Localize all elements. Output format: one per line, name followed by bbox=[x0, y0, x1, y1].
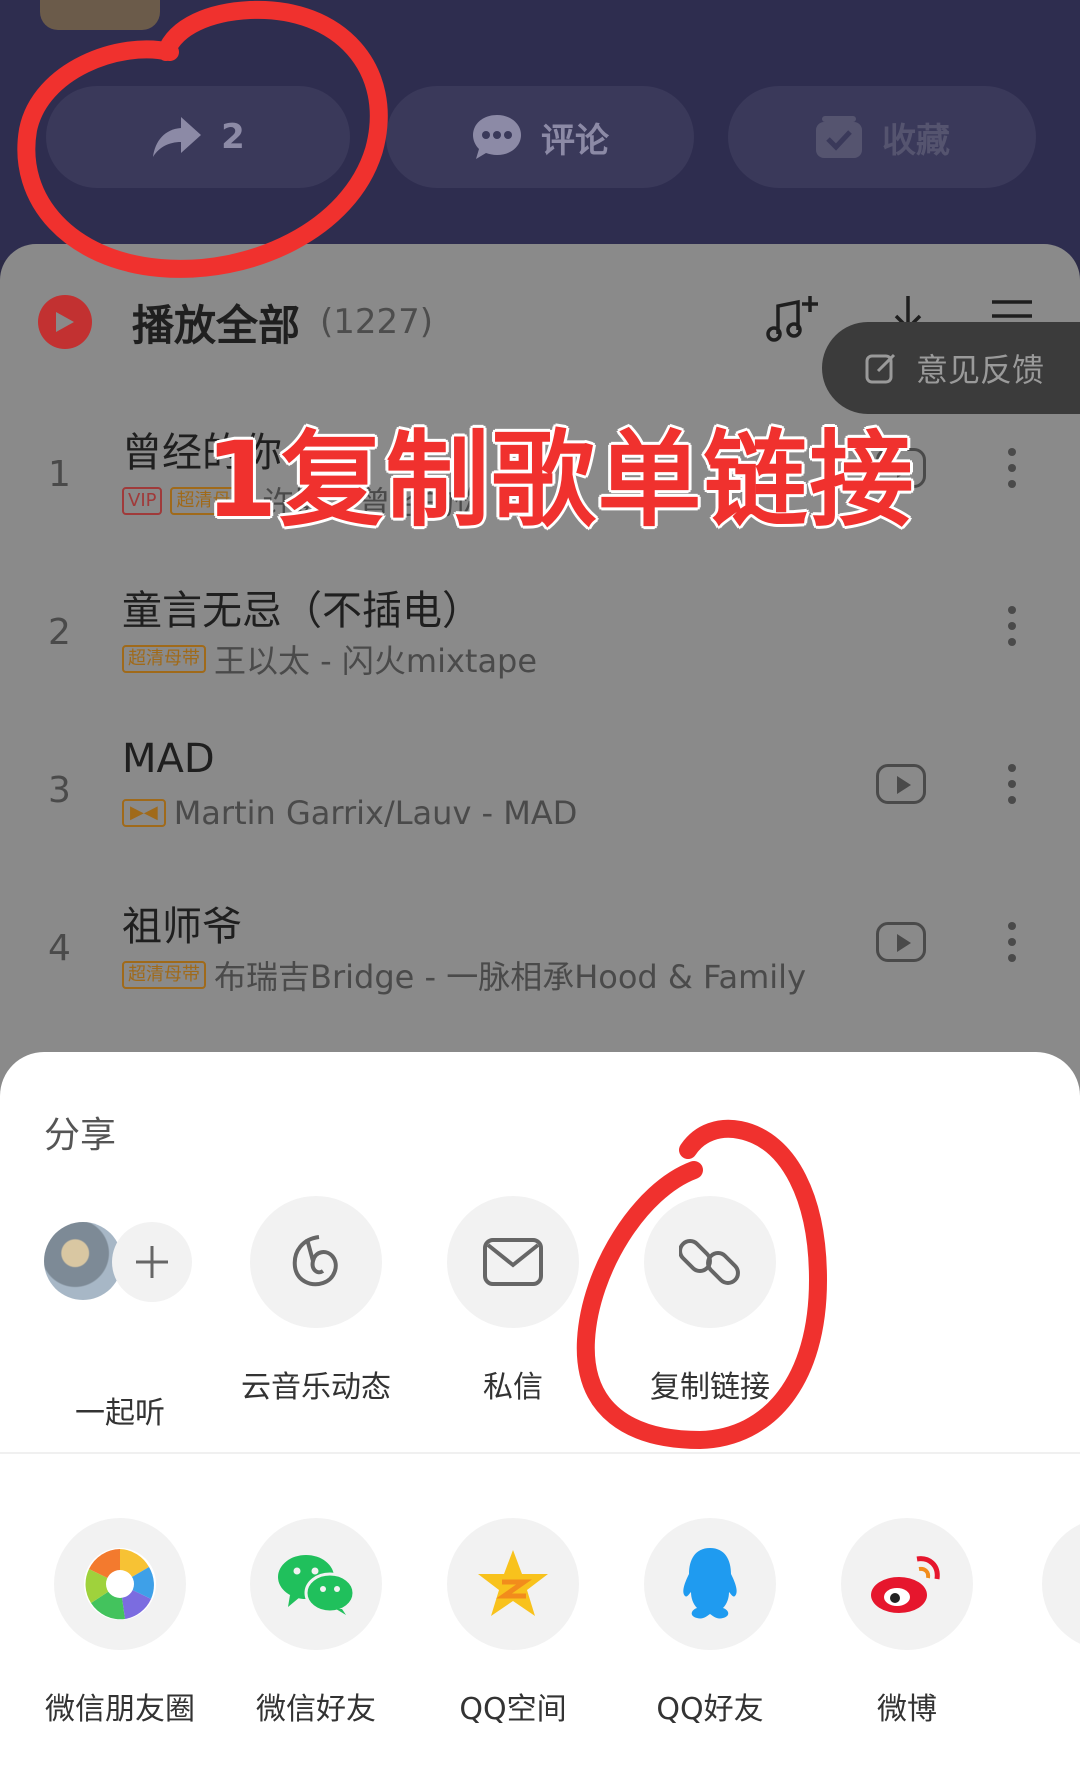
collect-folder-icon bbox=[816, 116, 862, 158]
collect-label: 收藏 bbox=[882, 120, 950, 161]
moments-icon bbox=[54, 1518, 186, 1650]
more-options-icon[interactable] bbox=[1008, 764, 1016, 804]
quality-badge: 超清母带 bbox=[122, 961, 206, 989]
share-qq-friend-label: QQ好友 bbox=[656, 1692, 764, 1727]
feedback-label: 意见反馈 bbox=[916, 351, 1045, 389]
song-title: MAD bbox=[122, 736, 215, 782]
song-index: 3 bbox=[48, 770, 71, 811]
netease-icon bbox=[250, 1196, 382, 1328]
link-icon bbox=[644, 1196, 776, 1328]
share-wechat-friend[interactable]: 微信好友 bbox=[216, 1518, 416, 1728]
song-title: 童言无忌（不插电） bbox=[122, 588, 482, 634]
share-private-message[interactable]: 私信 bbox=[413, 1196, 613, 1406]
qq-icon bbox=[644, 1518, 776, 1650]
comment-label: 评论 bbox=[541, 120, 609, 161]
annotation-overlay-text: 1复制歌单链接 bbox=[205, 419, 916, 541]
share-weibo[interactable]: 微博 bbox=[807, 1518, 1007, 1728]
more-options-icon[interactable] bbox=[1008, 448, 1016, 488]
playlist-cover-thumb bbox=[40, 0, 160, 30]
quality-badge: 超清母带 bbox=[122, 645, 206, 673]
playlist-header: 2 评论 收藏 bbox=[0, 0, 1080, 260]
share-qq-friend[interactable]: QQ好友 bbox=[610, 1518, 810, 1728]
share-copy-link[interactable]: 复制链接 bbox=[610, 1196, 810, 1406]
song-subtitle-row: 超清母带 王以太 - 闪火mixtape bbox=[122, 636, 537, 682]
vip-badge: VIP bbox=[122, 487, 163, 515]
song-count: (1227) bbox=[320, 302, 434, 342]
share-arrow-icon bbox=[153, 117, 202, 157]
more-share-icon bbox=[1042, 1518, 1080, 1650]
mv-play-icon[interactable] bbox=[876, 922, 926, 962]
add-music-icon[interactable] bbox=[764, 292, 820, 348]
song-artist-album: Martin Garrix/Lauv - MAD bbox=[173, 794, 578, 832]
song-index: 2 bbox=[48, 612, 71, 653]
comment-button[interactable]: 评论 bbox=[386, 86, 694, 188]
song-index: 4 bbox=[48, 928, 71, 969]
song-row[interactable]: 2 童言无忌（不插电） 超清母带 王以太 - 闪火mixtape bbox=[0, 568, 1080, 718]
weibo-icon bbox=[841, 1518, 973, 1650]
song-subtitle-row: ▶◀ Martin Garrix/Lauv - MAD bbox=[122, 794, 577, 832]
play-all-label: 播放全部 bbox=[132, 300, 301, 350]
song-artist-album: 布瑞吉Bridge - 一脉相承Hood & Family bbox=[214, 958, 807, 996]
song-row[interactable]: 4 祖师爷 超清母带 布瑞吉Bridge - 一脉相承Hood & Family bbox=[0, 884, 1080, 1034]
share-more-partial[interactable] bbox=[1004, 1518, 1080, 1650]
share-copy-link-label: 复制链接 bbox=[650, 1370, 770, 1405]
share-qzone[interactable]: QQ空间 bbox=[413, 1518, 613, 1728]
audio-badge-icon: ▶◀ bbox=[122, 799, 166, 827]
share-netease-label: 云音乐动态 bbox=[241, 1370, 391, 1405]
song-subtitle-row: 超清母带 布瑞吉Bridge - 一脉相承Hood & Family bbox=[122, 952, 806, 998]
share-weibo-label: 微博 bbox=[877, 1692, 937, 1727]
share-qzone-label: QQ空间 bbox=[459, 1692, 567, 1727]
mv-play-icon[interactable] bbox=[876, 764, 926, 804]
share-divider bbox=[0, 1452, 1080, 1454]
share-wechat-friend-label: 微信好友 bbox=[256, 1692, 376, 1727]
share-button[interactable]: 2 bbox=[46, 86, 350, 188]
song-row[interactable]: 3 MAD ▶◀ Martin Garrix/Lauv - MAD bbox=[0, 726, 1080, 876]
share-netease-moments[interactable]: 云音乐动态 bbox=[216, 1196, 416, 1406]
song-title: 祖师爷 bbox=[122, 904, 242, 950]
edit-icon bbox=[865, 353, 896, 384]
share-wechat-moments-label: 微信朋友圈 bbox=[45, 1692, 195, 1727]
wechat-icon bbox=[250, 1518, 382, 1650]
qzone-icon bbox=[447, 1518, 579, 1650]
play-all-icon[interactable] bbox=[38, 295, 92, 349]
comment-bubble-icon bbox=[473, 115, 521, 159]
share-count: 2 bbox=[221, 117, 245, 157]
share-wechat-moments[interactable]: 微信朋友圈 bbox=[20, 1518, 220, 1728]
song-artist-album: 王以太 - 闪火mixtape bbox=[214, 642, 538, 680]
song-index: 1 bbox=[48, 454, 71, 495]
share-listen-together[interactable]: 一起听 bbox=[20, 1222, 220, 1432]
play-all-row[interactable]: 播放全部 (1227) bbox=[38, 292, 433, 352]
more-options-icon[interactable] bbox=[1008, 606, 1016, 646]
more-options-icon[interactable] bbox=[1008, 922, 1016, 962]
share-sheet-title: 分享 bbox=[44, 1115, 117, 1156]
mail-icon bbox=[447, 1196, 579, 1328]
share-private-message-label: 私信 bbox=[483, 1370, 543, 1405]
collect-button[interactable]: 收藏 bbox=[728, 86, 1036, 188]
share-listen-together-label: 一起听 bbox=[75, 1396, 165, 1431]
